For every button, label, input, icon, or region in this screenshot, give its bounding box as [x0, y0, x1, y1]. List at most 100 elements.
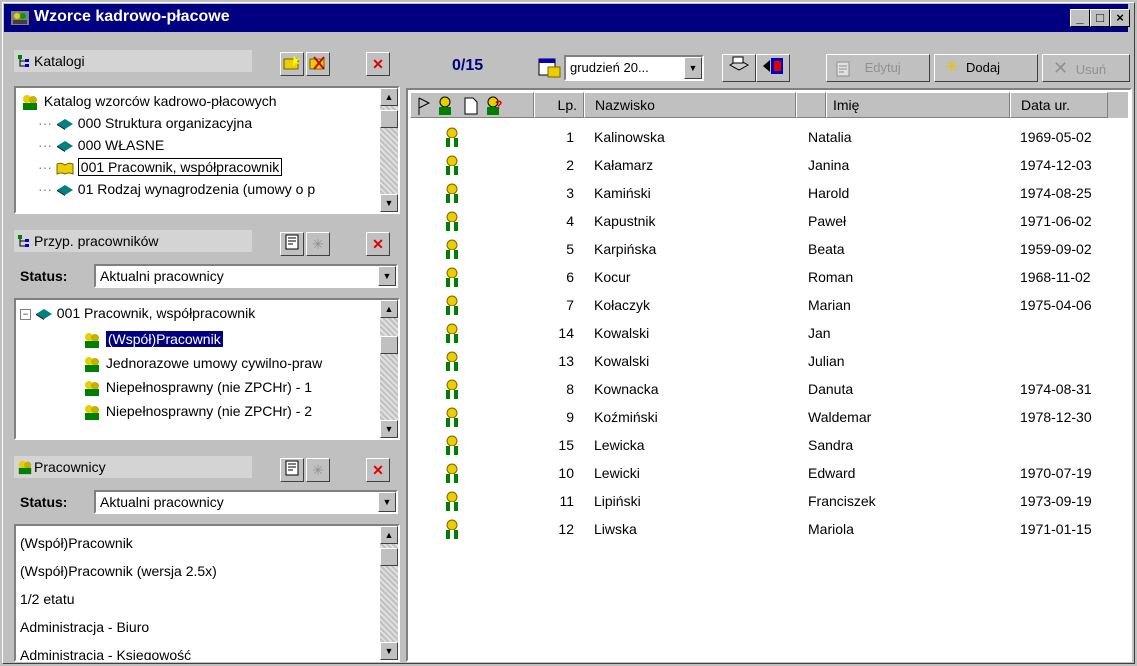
cell-surname: Lewicki	[594, 465, 640, 481]
delete-catalog-folder-button[interactable]	[306, 52, 330, 76]
table-row[interactable]: 2 Kałamarz Janina 1974-12-03	[410, 152, 1128, 178]
tree-item-selected[interactable]: ··· 001 Pracownik, współpracownik	[38, 156, 283, 178]
scroll-down-button[interactable]: ▼	[380, 420, 398, 438]
column-header-lp[interactable]: Lp.	[534, 92, 584, 118]
pracownicy-label: Pracownicy	[34, 459, 106, 475]
month-select[interactable]: grudzień 20... ▼	[564, 55, 704, 81]
list-item[interactable]: Administracja - Księgowość	[20, 644, 191, 660]
katalogi-tree[interactable]: Katalog wzorców kadrowo-płacowych ··· 00…	[14, 86, 400, 214]
przyp-status-select[interactable]: Aktualni pracownicy ▼	[94, 264, 398, 288]
calendar-icon[interactable]	[538, 58, 562, 78]
chevron-down-icon[interactable]: ▼	[684, 57, 702, 79]
column-header-dob[interactable]: Data ur.	[1010, 92, 1108, 118]
tree-item[interactable]: Niepełnosprawny (nie ZPCHr) - 2	[82, 400, 312, 422]
cell-name: Danuta	[808, 381, 854, 397]
scroll-thumb[interactable]	[380, 336, 398, 354]
tree-item-selected[interactable]: (Współ)Pracownik	[82, 328, 224, 350]
chevron-down-icon[interactable]: ▼	[378, 492, 396, 512]
properties-button[interactable]	[280, 458, 304, 482]
delete-button[interactable]: ✕ Usuń	[1042, 54, 1130, 82]
table-row[interactable]: 8 Kownacka Danuta 1974-08-31	[410, 376, 1128, 402]
przyp-scrollbar[interactable]: ▲ ▼	[380, 300, 398, 438]
add-button[interactable]: ✳ Dodaj	[934, 54, 1038, 82]
export-button[interactable]	[756, 54, 790, 82]
list-item[interactable]: 1/2 etatu	[20, 588, 75, 610]
przyp-label: Przyp. pracowników	[34, 233, 159, 249]
table-row[interactable]: 11 Lipiński Franciszek 1973-09-19	[410, 488, 1128, 514]
list-item[interactable]: (Współ)Pracownik	[20, 532, 133, 554]
edit-button[interactable]: Edytuj	[826, 54, 930, 82]
scroll-thumb[interactable]	[380, 548, 398, 566]
minimize-button[interactable]: _	[1070, 9, 1090, 27]
column-header-surname[interactable]: Nazwisko	[584, 92, 796, 118]
icon-column-header[interactable]: ?	[410, 92, 534, 118]
cell-lp: 15	[558, 437, 574, 453]
katalogi-title: Katalogi	[14, 50, 252, 72]
table-row[interactable]: 10 Lewicki Edward 1970-07-19	[410, 460, 1128, 486]
list-item[interactable]: (Współ)Pracownik (wersja 2.5x)	[20, 560, 217, 582]
title-bar[interactable]: Wzorce kadrowo-płacowe _ □ ×	[4, 4, 1130, 32]
book-icon	[56, 185, 73, 197]
tree-icon	[18, 55, 29, 67]
close-pracownicy-button[interactable]: ✕	[366, 458, 390, 482]
scroll-up-button[interactable]: ▲	[380, 300, 398, 318]
przyp-tree[interactable]: − 001 Pracownik, współpracownik (Współ)P…	[14, 298, 400, 440]
cell-lp: 6	[566, 269, 574, 285]
scroll-up-button[interactable]: ▲	[380, 88, 398, 106]
cell-surname: Karpińska	[594, 241, 657, 257]
new-item-button[interactable]: ✳	[306, 232, 330, 256]
new-item-button[interactable]: ✳	[306, 458, 330, 482]
tree-item[interactable]: Niepełnosprawny (nie ZPCHr) - 1	[82, 376, 312, 398]
table-row[interactable]: 13 Kowalski Julian	[410, 348, 1128, 374]
maximize-button[interactable]: □	[1090, 9, 1110, 27]
cell-surname: Lipiński	[594, 493, 641, 509]
pracownicy-status-select[interactable]: Aktualni pracownicy ▼	[94, 490, 398, 514]
table-row[interactable]: 7 Kołaczyk Marian 1975-04-06	[410, 292, 1128, 318]
table-row[interactable]: 14 Kowalski Jan	[410, 320, 1128, 346]
open-book-icon	[56, 163, 74, 176]
table-row[interactable]: 3 Kamiński Harold 1974-08-25	[410, 180, 1128, 206]
table-row[interactable]: 1 Kalinowska Natalia 1969-05-02	[410, 124, 1128, 150]
cell-name: Franciszek	[808, 493, 876, 509]
properties-button[interactable]	[280, 232, 304, 256]
scroll-down-button[interactable]: ▼	[380, 194, 398, 212]
print-button[interactable]	[722, 54, 756, 82]
tree-item[interactable]: ··· 000 Struktura organizacyjna	[38, 112, 252, 134]
pracownicy-list[interactable]: (Współ)Pracownik (Współ)Pracownik (wersj…	[14, 524, 400, 662]
table-row[interactable]: 15 Lewicka Sandra	[410, 432, 1128, 458]
tree-item[interactable]: ··· 000 WŁASNE	[38, 134, 164, 156]
tree-item-root[interactable]: Katalog wzorców kadrowo-płacowych	[20, 90, 277, 112]
cell-surname: Kownacka	[594, 381, 659, 397]
table-row[interactable]: 5 Karpińska Beata 1959-09-02	[410, 236, 1128, 262]
person-icon	[439, 96, 451, 116]
new-catalog-button[interactable]	[280, 52, 304, 76]
table-row[interactable]: 6 Kocur Roman 1968-11-02	[410, 264, 1128, 290]
close-button[interactable]: ×	[1110, 9, 1130, 27]
chevron-down-icon[interactable]: ▼	[378, 266, 396, 286]
table-row[interactable]: 12 Liwska Mariola 1971-01-15	[410, 516, 1128, 542]
tree-label: 001 Pracownik, współpracownik	[56, 305, 256, 321]
close-przyp-button[interactable]: ✕	[366, 232, 390, 256]
table-row[interactable]: 9 Koźmiński Waldemar 1978-12-30	[410, 404, 1128, 430]
tree-item[interactable]: ··· 01 Rodzaj wynagrodzenia (umowy o p	[38, 178, 315, 200]
add-label: Dodaj	[966, 60, 1000, 75]
list-item-label: (Współ)Pracownik	[20, 535, 133, 551]
tree-item[interactable]: Jednorazowe umowy cywilno-praw	[82, 352, 322, 374]
cell-name: Sandra	[808, 437, 854, 453]
scroll-down-button[interactable]: ▼	[380, 642, 398, 660]
close-katalogi-button[interactable]: ✕	[366, 52, 390, 76]
tree-icon	[18, 235, 29, 247]
svg-text:?: ?	[495, 98, 502, 112]
list-item[interactable]: Administracja - Biuro	[20, 616, 149, 638]
table-row[interactable]: 4 Kapustnik Paweł 1971-06-02	[410, 208, 1128, 234]
column-header-name[interactable]: Imię	[826, 92, 1010, 118]
cell-name: Beata	[808, 241, 845, 257]
properties-icon	[285, 460, 299, 476]
katalogi-scrollbar[interactable]: ▲ ▼	[380, 88, 398, 212]
scroll-up-button[interactable]: ▲	[380, 526, 398, 544]
cell-lp: 2	[566, 157, 574, 173]
tree-item[interactable]: − 001 Pracownik, współpracownik	[20, 302, 255, 324]
collapse-icon[interactable]: −	[20, 308, 31, 320]
scroll-thumb[interactable]	[380, 110, 398, 128]
pracownicy-scrollbar[interactable]: ▲ ▼	[380, 526, 398, 660]
